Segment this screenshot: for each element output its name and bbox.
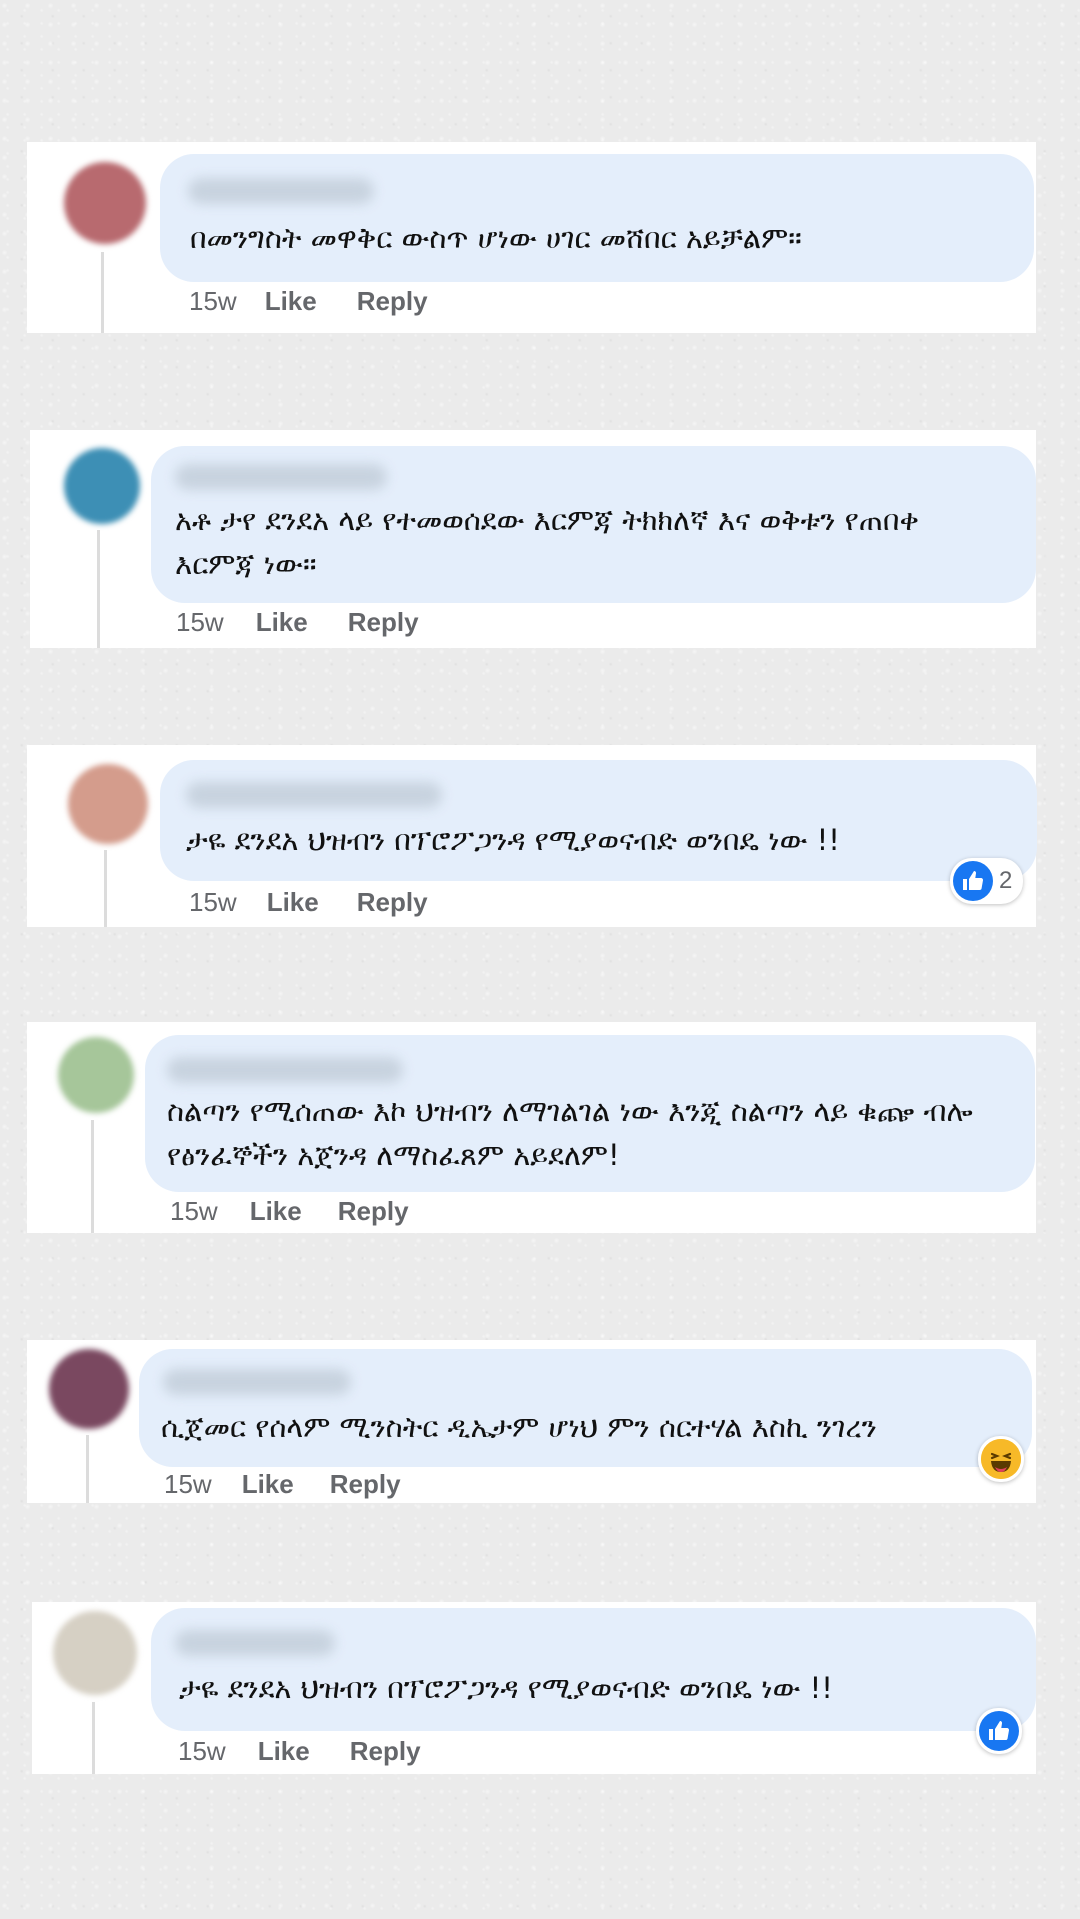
reaction-badge[interactable] [978,1436,1024,1482]
like-button[interactable]: Like [265,286,317,317]
like-icon [953,861,993,901]
reply-button[interactable]: Reply [330,1469,401,1500]
reaction-count: 2 [999,867,1013,894]
avatar[interactable] [58,1037,134,1113]
comment-text: በመንግስት መዋቅር ውስጥ ሆነው ሀገር መሸበር አይቻልም። [190,221,802,255]
like-icon [979,1711,1019,1751]
comment-card: ሲጀመር የሰላም ሚንስትር ዲኤታም ሆነህ ምን ሰርተሃል እስኪ ንገ… [27,1340,1036,1503]
timestamp[interactable]: 15w [170,1196,218,1227]
avatar[interactable] [64,448,140,524]
reply-button[interactable]: Reply [357,887,428,918]
thread-line [92,1702,95,1774]
comment-actions: 15w Like Reply [189,286,428,317]
thread-line [86,1435,89,1503]
thread-line [91,1120,94,1233]
comment-bubble: አቶ ታየ ደንደአ ላይ የተመወሰደው እርምጃ ትክክለኛ እና ወቅቱን… [151,446,1036,603]
comment-bubble: በመንግስት መዋቅር ውስጥ ሆነው ሀገር መሸበር አይቻልም። [160,154,1034,282]
comment-text: አቶ ታየ ደንደአ ላይ የተመወሰደው እርምጃ ትክክለኛ እና ወቅቱን… [175,503,919,581]
comment-actions: 15w Like Reply [176,607,419,638]
reply-button[interactable]: Reply [348,607,419,638]
author-name-blurred[interactable] [163,1369,351,1395]
comment-bubble: ታዬ ደንደአ ህዝብን በፕሮፖጋንዳ የሚያወናብድ ወንበዴ ነው !! [151,1608,1036,1731]
comment-text: ስልጣን የሚሰጠው እኮ ህዝብን ለማገልገል ነው እንጂ ስልጣን ላይ… [167,1094,973,1172]
comment-actions: 15w Like Reply [189,887,428,918]
author-name-blurred[interactable] [175,1630,335,1656]
timestamp[interactable]: 15w [189,887,237,918]
comment-card: ታዬ ደንደአ ህዝብን በፕሮፖጋንዳ የሚያወናብድ ወንበዴ ነው !! … [32,1602,1036,1774]
comment-card: አቶ ታየ ደንደአ ላይ የተመወሰደው እርምጃ ትክክለኛ እና ወቅቱን… [30,430,1036,648]
comment-actions: 15w Like Reply [170,1196,409,1227]
thread-line [101,252,104,333]
like-button[interactable]: Like [242,1469,294,1500]
avatar[interactable] [64,162,146,244]
like-button[interactable]: Like [250,1196,302,1227]
comment-card: በመንግስት መዋቅር ውስጥ ሆነው ሀገር መሸበር አይቻልም። 15w … [27,142,1036,333]
avatar[interactable] [49,1349,129,1429]
thread-line [97,530,100,648]
like-button[interactable]: Like [267,887,319,918]
author-name-blurred[interactable] [175,464,387,490]
comment-actions: 15w Like Reply [178,1736,421,1767]
reaction-badge[interactable]: 2 [950,858,1024,904]
haha-icon [981,1439,1021,1479]
comment-card: ስልጣን የሚሰጠው እኮ ህዝብን ለማገልገል ነው እንጂ ስልጣን ላይ… [27,1022,1036,1233]
comment-bubble: ስልጣን የሚሰጠው እኮ ህዝብን ለማገልገል ነው እንጂ ስልጣን ላይ… [145,1035,1035,1192]
comment-bubble: ታዬ ደንደአ ህዝብን በፕሮፖጋንዳ የሚያወናብድ ወንበዴ ነው !! [160,760,1037,881]
author-name-blurred[interactable] [186,782,442,808]
comment-actions: 15w Like Reply [164,1469,401,1500]
reply-button[interactable]: Reply [357,286,428,317]
author-name-blurred[interactable] [188,178,374,204]
comment-card: ታዬ ደንደአ ህዝብን በፕሮፖጋንዳ የሚያወናብድ ወንበዴ ነው !! … [27,745,1037,927]
timestamp[interactable]: 15w [176,607,224,638]
timestamp[interactable]: 15w [189,286,237,317]
comment-text: ሲጀመር የሰላም ሚንስትር ዲኤታም ሆነህ ምን ሰርተሃል እስኪ ንገ… [161,1410,877,1444]
reply-button[interactable]: Reply [338,1196,409,1227]
avatar[interactable] [53,1611,137,1695]
comment-text: ታዬ ደንደአ ህዝብን በፕሮፖጋንዳ የሚያወናብድ ወንበዴ ነው !! [186,823,840,857]
avatar[interactable] [68,764,148,844]
author-name-blurred[interactable] [167,1057,403,1083]
like-button[interactable]: Like [258,1736,310,1767]
comment-text: ታዬ ደንደአ ህዝብን በፕሮፖጋንዳ የሚያወናብድ ወንበዴ ነው !! [179,1671,833,1705]
timestamp[interactable]: 15w [164,1469,212,1500]
thread-line [104,850,107,927]
like-button[interactable]: Like [256,607,308,638]
comment-bubble: ሲጀመር የሰላም ሚንስትር ዲኤታም ሆነህ ምን ሰርተሃል እስኪ ንገ… [139,1349,1032,1467]
reaction-badge[interactable] [976,1708,1022,1754]
reply-button[interactable]: Reply [350,1736,421,1767]
timestamp[interactable]: 15w [178,1736,226,1767]
